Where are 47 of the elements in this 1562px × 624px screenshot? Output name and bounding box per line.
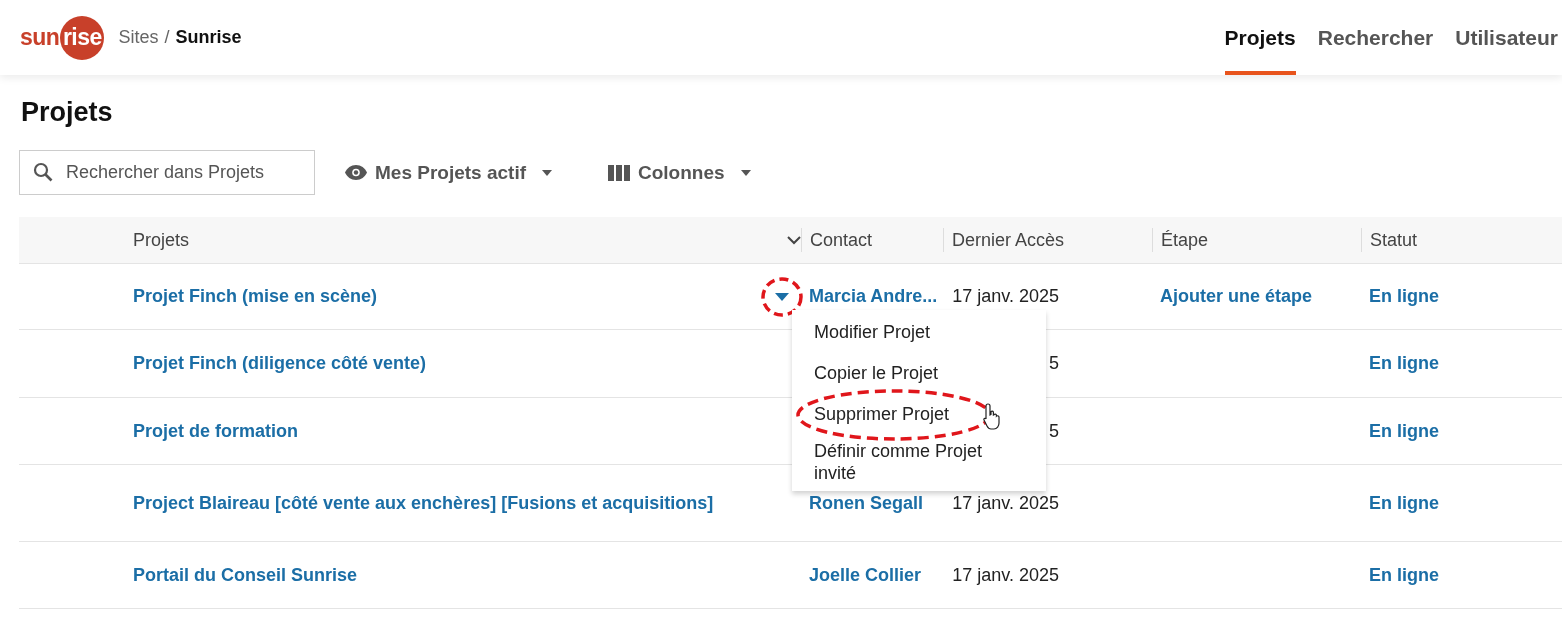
contact-link[interactable]: Joelle Collier xyxy=(809,564,922,585)
status-link[interactable]: En ligne xyxy=(1369,564,1439,585)
date-text: 5 xyxy=(1048,420,1059,442)
project-link[interactable]: Project Blaireau [côté vente aux enchères] [Fusions et acquisitions] xyxy=(133,492,714,514)
menu-item[interactable]: Copier le Projet xyxy=(792,353,1046,394)
menu-item[interactable]: Supprimer Projet xyxy=(792,394,1046,435)
sort-chevron-icon[interactable] xyxy=(787,235,801,245)
caret-icon xyxy=(740,169,751,176)
caret-icon xyxy=(542,169,552,176)
project-link[interactable]: Projet Finch (mise en scène) xyxy=(133,286,378,307)
page-title: Projets xyxy=(21,97,114,128)
contact-link[interactable]: Marcia Andre... xyxy=(809,286,938,306)
project-link[interactable]: Projet de formation xyxy=(133,420,298,442)
nav-tab[interactable]: Projets xyxy=(1224,0,1296,75)
project-link[interactable]: Portail du Conseil Sunrise xyxy=(133,564,358,586)
contact-link[interactable]: Ronen Segall xyxy=(809,492,924,513)
search-field[interactable]: Rechercher dans Projets xyxy=(19,150,315,195)
breadcrumb-link[interactable]: Sites xyxy=(118,27,159,48)
logo: sunrise xyxy=(20,15,105,60)
filter-dropdown[interactable]: Mes Projets actif xyxy=(339,160,558,185)
search-icon xyxy=(33,162,53,182)
date-text: 17 janv. 2025 xyxy=(951,286,1059,307)
column-header: Projets xyxy=(133,229,190,251)
nav-tab[interactable]: Utilisateur xyxy=(1455,0,1558,75)
columns-dropdown[interactable]: Colonnes xyxy=(602,160,757,185)
column-header: Étape xyxy=(1161,229,1209,251)
menu-item[interactable]: Définir comme Projet invité xyxy=(792,435,1046,489)
status-link[interactable]: En ligne xyxy=(1369,420,1439,441)
menu-item[interactable]: Modifier Projet xyxy=(792,312,1046,353)
date-text: 17 janv. 2025 xyxy=(951,492,1059,514)
annotation-circle xyxy=(760,275,804,318)
status-link[interactable]: En ligne xyxy=(1369,492,1439,513)
stage-link[interactable]: Ajouter une étape xyxy=(1160,286,1313,306)
column-header: Contact xyxy=(810,229,873,251)
breadcrumb-separator: / xyxy=(164,27,170,48)
date-text: 5 xyxy=(1048,353,1059,374)
project-link[interactable]: Projet Finch (diligence côté vente) xyxy=(133,353,427,374)
date-text: 17 janv. 2025 xyxy=(951,564,1059,586)
status-link[interactable]: En ligne xyxy=(1369,286,1439,306)
column-header: Dernier Accès xyxy=(952,229,1065,251)
column-header: Statut xyxy=(1370,229,1418,251)
status-link[interactable]: En ligne xyxy=(1369,353,1439,373)
nav-tab[interactable]: Rechercher xyxy=(1317,0,1434,75)
breadcrumb-current: Sunrise xyxy=(175,27,242,48)
caret-icon[interactable] xyxy=(775,292,789,301)
eye-icon xyxy=(345,165,367,180)
columns-icon xyxy=(608,164,630,181)
